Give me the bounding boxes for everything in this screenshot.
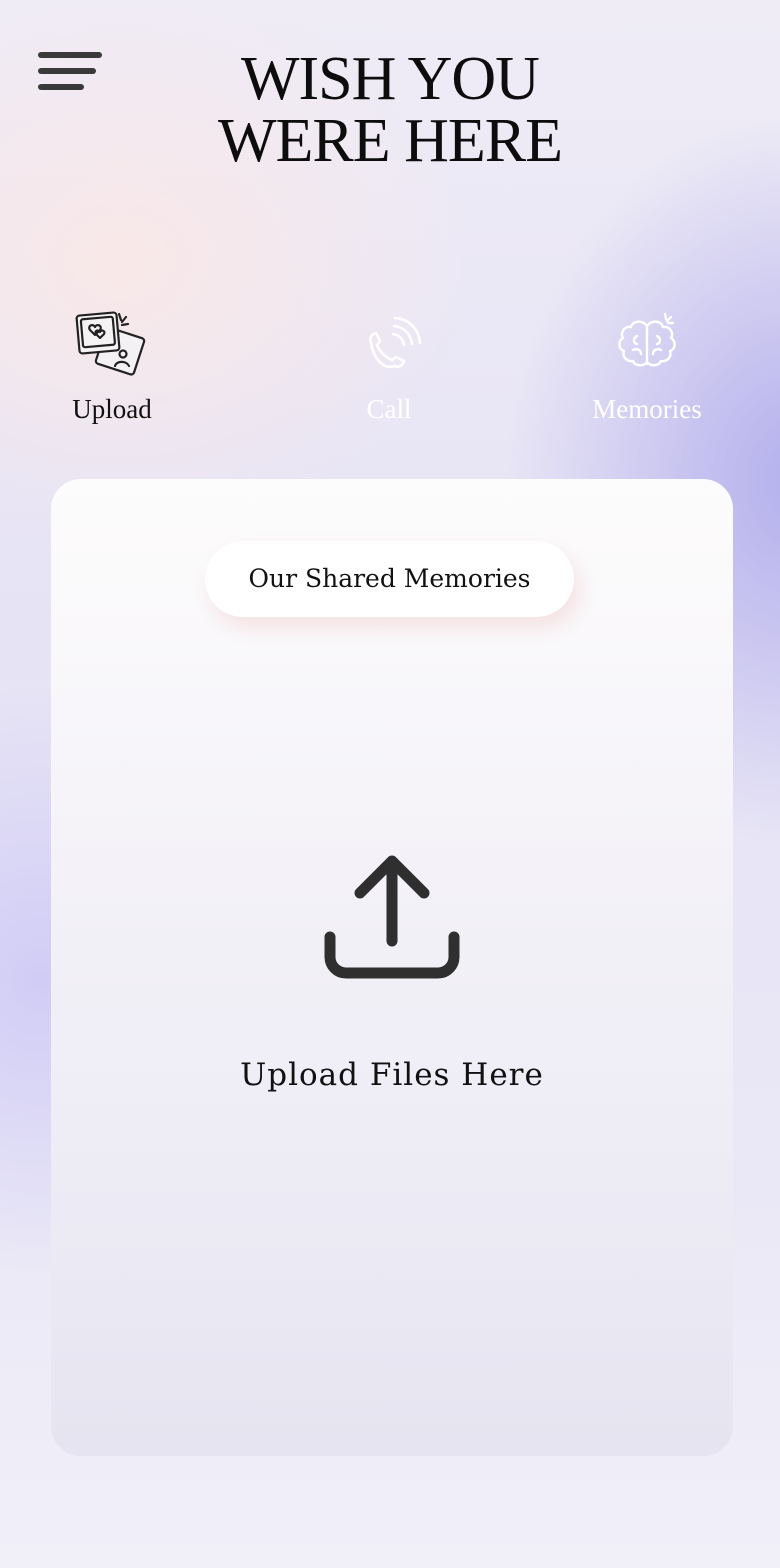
tab-label-memories: Memories [592,394,702,424]
section-title-pill: Our Shared Memories [205,541,574,617]
phone-call-icon [369,316,422,369]
title-line-2: WERE HERE [218,107,563,175]
photos-icon [75,311,146,376]
brain-icon [618,312,676,367]
tab-label-call: Call [366,394,412,424]
tab-call[interactable]: Call [299,306,479,425]
upload-dropzone[interactable]: Upload Files Here [192,839,592,1099]
tab-memories[interactable]: Memories [557,306,737,425]
title-line-1: WISH YOU [241,45,540,113]
tab-label-upload: Upload [72,394,152,424]
upload-icon [324,855,460,979]
tab-bar: Upload Call Memories [0,306,780,436]
tab-upload[interactable]: Upload [22,306,202,425]
upload-card: Our Shared Memories Upload Files Here [51,479,733,1456]
upload-label: Upload Files Here [240,1057,544,1093]
app-title: WISH YOU WERE HERE [0,48,780,172]
